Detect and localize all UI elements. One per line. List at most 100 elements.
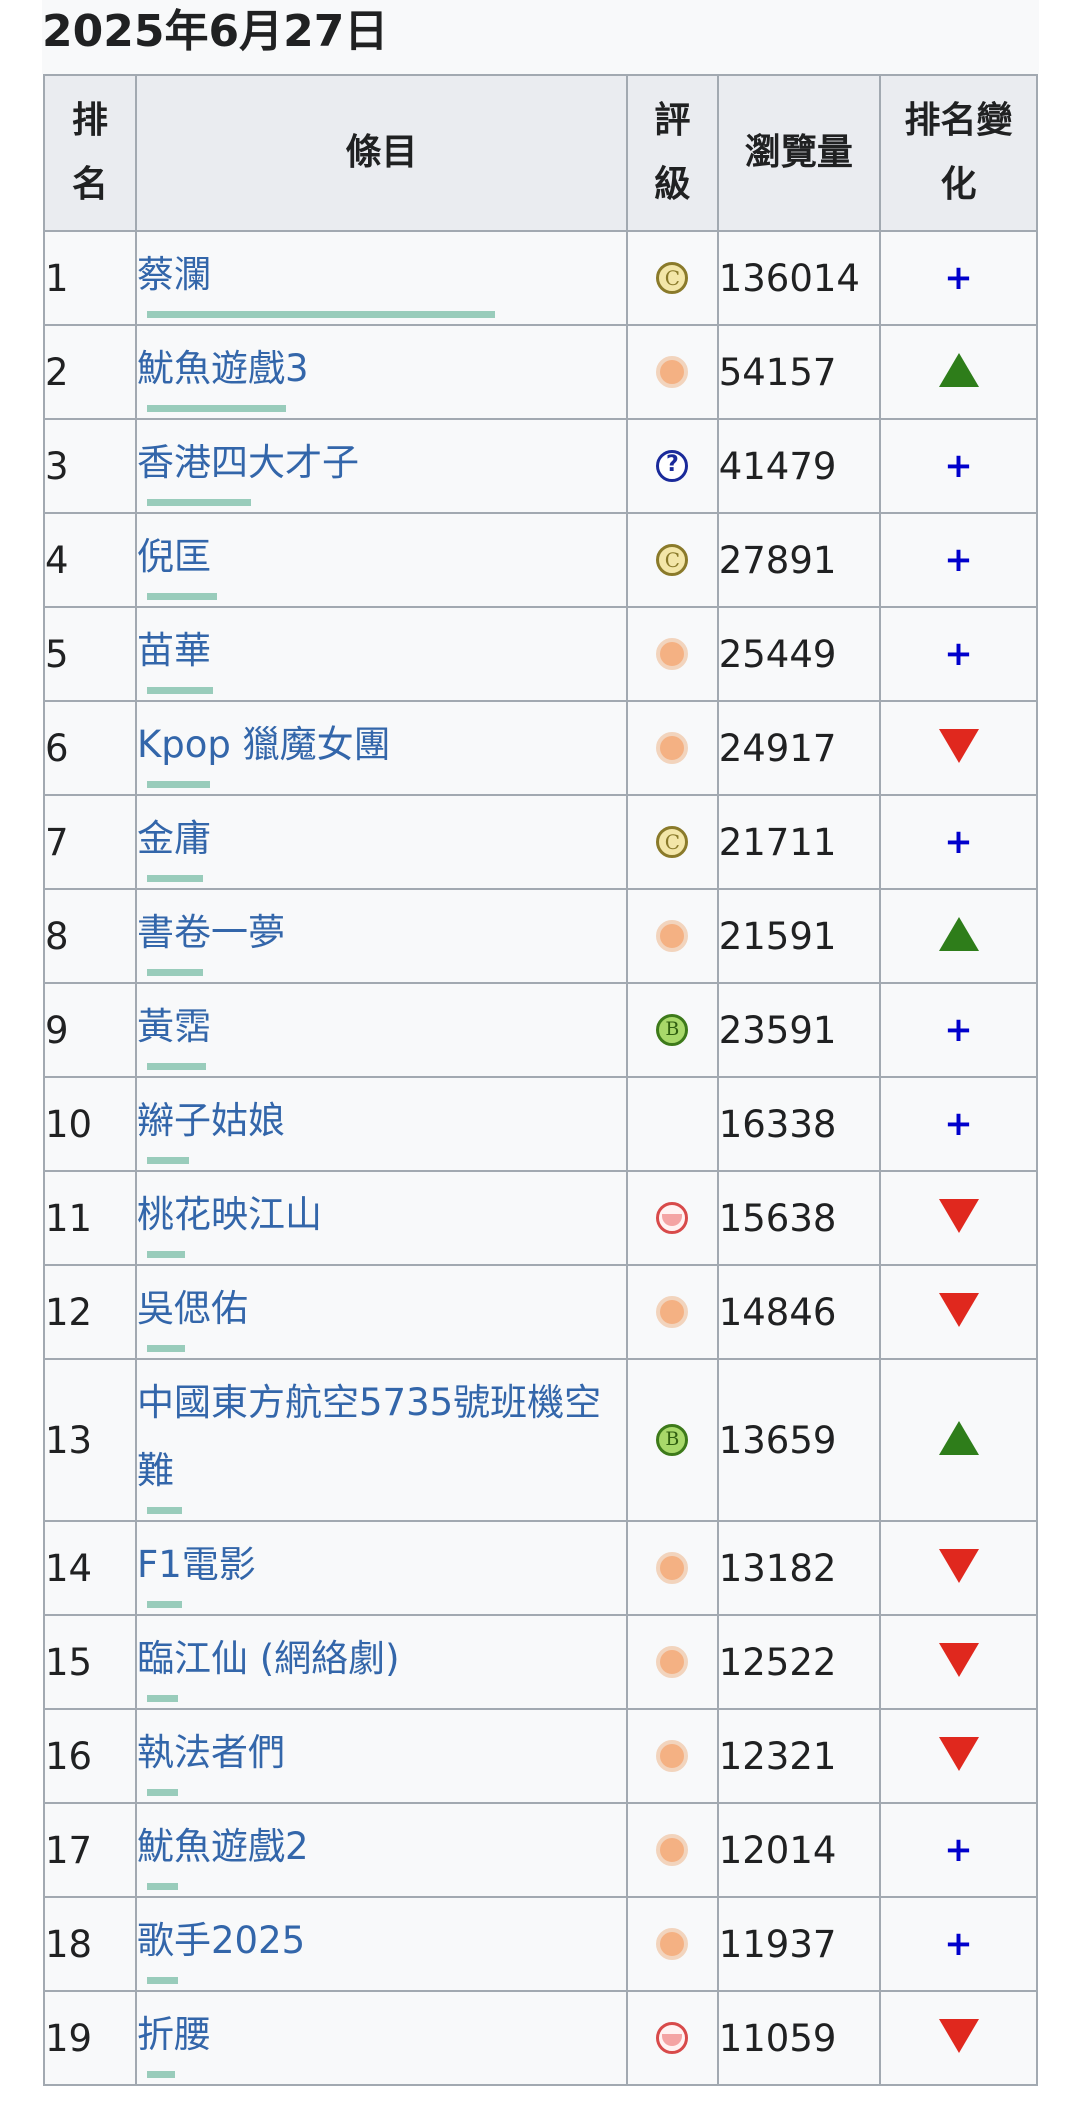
rank-cell: 18 [43,1896,137,1992]
change-cell [879,324,1038,420]
table-row: 18 歌手2025 11937 + [43,1896,1038,1992]
new-entry-icon: + [944,446,973,486]
rank-cell: 2 [43,324,137,420]
article-link[interactable]: 魷魚遊戲2 [137,1813,626,1887]
b-class-icon[interactable] [656,1424,689,1456]
views-meter-bar [146,781,210,788]
rating-cell [626,1520,719,1616]
article-link[interactable]: 臨江仙 (網絡劇) [137,1625,626,1699]
c-class-icon[interactable] [656,826,689,858]
c-class-icon[interactable] [656,262,689,294]
article-link[interactable]: 蔡瀾 [137,241,626,315]
c-class-icon[interactable] [656,544,689,576]
header-title-label: 條目 [345,132,418,173]
article-link[interactable]: 折腰 [137,2001,626,2075]
start-class-icon[interactable] [656,638,689,670]
views-meter-bar [146,2071,175,2078]
article-link[interactable]: 桃花映江山 [137,1181,626,1255]
article-link[interactable]: F1電影 [137,1531,626,1605]
article-link[interactable]: 中國東方航空5735號班機空難 [137,1369,626,1511]
title-cell: F1電影 [134,1520,629,1616]
article-link[interactable]: 香港四大才子 [137,429,626,503]
change-cell [879,1358,1038,1522]
table-row: 9黃霑 23591 + [43,982,1038,1078]
rating-cell [626,1896,719,1992]
rating-cell [626,1170,719,1266]
rank-up-icon [938,1421,979,1455]
title-cell: 蔡瀾 [134,230,629,326]
rating-cell [626,606,719,702]
article-link[interactable]: 吳偲佑 [137,1275,626,1349]
start-class-icon[interactable] [656,1834,689,1866]
table-row: 13中國東方航空5735號班機空難 13659 [43,1358,1038,1522]
views-meter-bar [146,1345,185,1352]
title-cell: 歌手2025 [134,1896,629,1992]
b-class-icon[interactable] [656,1014,689,1046]
start-class-icon[interactable] [656,1740,689,1772]
start-class-icon[interactable] [656,732,689,764]
views-cell: 21591 [716,888,882,984]
rank-cell: 7 [43,794,137,890]
header-change-label: 排名變化 [904,100,1013,205]
start-class-icon[interactable] [656,1928,689,1960]
views-meter-bar [146,1251,185,1258]
title-cell: 辮子姑娘 [134,1076,629,1172]
rating-cell [626,1614,719,1710]
change-cell: + [879,606,1038,702]
table-row: 10 辮子姑娘 16338 + [43,1076,1038,1172]
start-class-icon[interactable] [656,1296,689,1328]
new-entry-icon: + [944,1924,973,1964]
start-class-icon[interactable] [656,1646,689,1678]
views-cell: 54157 [716,324,882,420]
rank-cell: 11 [43,1170,137,1266]
article-link[interactable]: 辮子姑娘 [137,1087,626,1161]
views-cell: 136014 [716,230,882,326]
views-cell: 13182 [716,1520,882,1616]
article-link[interactable]: 倪匡 [137,523,626,597]
rank-down-icon [938,1737,979,1771]
title-cell: 魷魚遊戲2 [134,1802,629,1898]
stub-class-icon[interactable] [656,1202,689,1234]
change-cell: + [879,1076,1038,1172]
article-link[interactable]: 黃霑 [137,993,626,1067]
header-title: 條目 [134,74,629,232]
rank-down-icon [938,1549,979,1583]
article-link[interactable]: 魷魚遊戲3 [137,335,626,409]
article-link[interactable]: 歌手2025 [137,1907,626,1981]
views-cell: 12321 [716,1708,882,1804]
article-link[interactable]: 金庸 [137,805,626,879]
table-row: 8 書卷一夢 21591 [43,888,1038,984]
rank-cell: 19 [43,1990,137,2086]
header-rating: 評級 [626,74,719,232]
unassessed-icon[interactable] [656,450,689,482]
title-cell: 魷魚遊戲3 [134,324,629,420]
rank-cell: 14 [43,1520,137,1616]
change-cell: + [879,418,1038,514]
stub-class-icon[interactable] [656,2022,689,2054]
article-link[interactable]: 苗華 [137,617,626,691]
views-meter-bar [146,1695,178,1702]
start-class-icon[interactable] [656,1552,689,1584]
title-cell: 書卷一夢 [134,888,629,984]
rating-cell [626,1358,719,1522]
rank-cell: 15 [43,1614,137,1710]
rank-cell: 5 [43,606,137,702]
rating-cell [626,888,719,984]
rating-cell [626,1708,719,1804]
article-link[interactable]: Kpop 獵魔女團 [137,711,626,785]
start-class-icon[interactable] [656,920,689,952]
start-class-icon[interactable] [656,356,689,388]
header-views-label: 瀏覽量 [744,132,853,173]
rating-cell [626,1802,719,1898]
table-row: 19 折腰 11059 [43,1990,1038,2086]
rating-cell [626,700,719,796]
views-meter-bar [146,1157,189,1164]
table-row: 12 吳偲佑 14846 [43,1264,1038,1360]
views-cell: 25449 [716,606,882,702]
table-row: 6 Kpop 獵魔女團 24917 [43,700,1038,796]
rank-cell: 3 [43,418,137,514]
article-link[interactable]: 執法者們 [137,1719,626,1793]
article-link[interactable]: 書卷一夢 [137,899,626,973]
views-cell: 11937 [716,1896,882,1992]
title-cell: Kpop 獵魔女團 [134,700,629,796]
